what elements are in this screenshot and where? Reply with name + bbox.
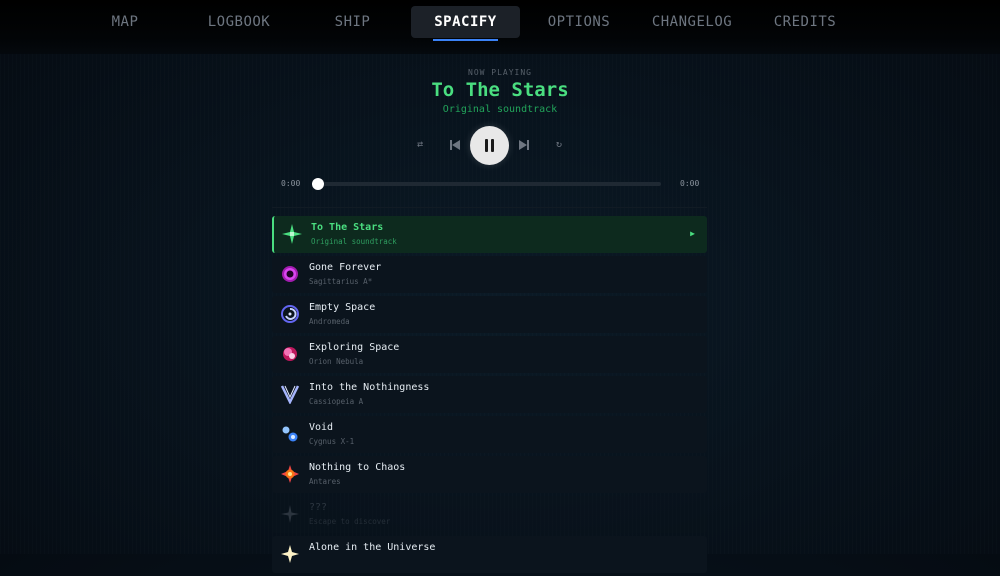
now-playing-title: To The Stars xyxy=(431,79,569,101)
song-title: Exploring Space xyxy=(309,342,400,353)
nav-tab-spacify[interactable]: SPACIFY xyxy=(411,6,520,38)
song-item[interactable]: Empty Space Andromeda xyxy=(272,296,707,333)
song-title: Gone Forever xyxy=(309,262,382,273)
green-star-icon xyxy=(282,224,302,244)
song-artist: Original soundtrack xyxy=(311,237,397,246)
song-item[interactable]: Nothing to Chaos Antares xyxy=(272,456,707,493)
shuffle-button[interactable]: ⇄ xyxy=(413,139,427,150)
song-artist: Cygnus X-1 xyxy=(309,437,355,446)
black-hole-icon xyxy=(282,266,298,282)
nav-tab-options[interactable]: OPTIONS xyxy=(545,6,613,38)
duration-time: 0:00 xyxy=(680,179,700,188)
song-artist: Escape to discover xyxy=(309,517,391,526)
song-artist: Cassiopeia A xyxy=(309,397,364,406)
song-item[interactable]: Alone in the Universe xyxy=(272,536,707,573)
active-tab-indicator xyxy=(433,39,498,41)
nav-tab-logbook[interactable]: LOGBOOK xyxy=(205,6,273,38)
song-title: Alone in the Universe xyxy=(309,542,436,553)
white-star-icon xyxy=(281,545,299,563)
locked-star-icon xyxy=(281,505,299,523)
previous-button[interactable] xyxy=(449,139,461,151)
repeat-icon: ↻ xyxy=(555,139,563,150)
next-button[interactable] xyxy=(518,139,530,151)
song-title: Void xyxy=(309,422,334,433)
shuffle-icon: ⇄ xyxy=(416,139,424,150)
song-title: Into the Nothingness xyxy=(309,382,430,393)
song-artist: Andromeda xyxy=(309,317,350,326)
progress-track[interactable] xyxy=(318,182,661,186)
progress-handle[interactable] xyxy=(312,178,324,190)
top-nav: MAP LOGBOOK SHIP SPACIFY OPTIONS CHANGEL… xyxy=(0,0,1000,54)
song-item[interactable]: Into the Nothingness Cassiopeia A xyxy=(272,376,707,413)
song-title: ??? xyxy=(309,502,328,513)
song-artist: Orion Nebula xyxy=(309,357,364,366)
song-list: To The Stars Original soundtrack ▶ Gone … xyxy=(272,216,707,576)
now-playing-label: NOW PLAYING xyxy=(468,68,532,77)
song-title: To The Stars xyxy=(311,222,384,233)
divider xyxy=(272,207,707,208)
song-item[interactable]: Gone Forever Sagittarius A* xyxy=(272,256,707,293)
song-title: Nothing to Chaos xyxy=(309,462,406,473)
nav-tab-ship[interactable]: SHIP xyxy=(325,6,380,38)
binary-star-icon xyxy=(282,426,298,442)
current-time: 0:00 xyxy=(281,179,301,188)
song-artist: Sagittarius A* xyxy=(309,277,373,286)
nav-tab-changelog[interactable]: CHANGELOG xyxy=(650,6,734,38)
nebula-icon xyxy=(283,347,297,361)
play-pause-button[interactable] xyxy=(470,126,509,165)
playing-indicator: ▶ xyxy=(690,229,695,238)
song-item[interactable]: Void Cygnus X-1 xyxy=(272,416,707,453)
prev-icon xyxy=(450,140,460,150)
red-giant-icon xyxy=(281,465,299,483)
song-title: Empty Space xyxy=(309,302,376,313)
repeat-button[interactable]: ↻ xyxy=(552,139,566,150)
nav-tab-map[interactable]: MAP xyxy=(100,6,150,38)
pause-icon xyxy=(485,139,488,152)
song-item[interactable]: To The Stars Original soundtrack ▶ xyxy=(272,216,707,253)
song-item-locked[interactable]: ??? Escape to discover xyxy=(272,496,707,533)
song-item[interactable]: Exploring Space Orion Nebula xyxy=(272,336,707,373)
pause-icon-bar xyxy=(491,139,494,152)
now-playing-subtitle: Original soundtrack xyxy=(442,104,558,115)
supernova-remnant-icon xyxy=(280,385,300,404)
song-artist: Antares xyxy=(309,477,341,486)
nav-tab-credits[interactable]: CREDITS xyxy=(770,6,840,38)
next-icon xyxy=(519,140,529,150)
spiral-galaxy-icon xyxy=(281,305,299,323)
